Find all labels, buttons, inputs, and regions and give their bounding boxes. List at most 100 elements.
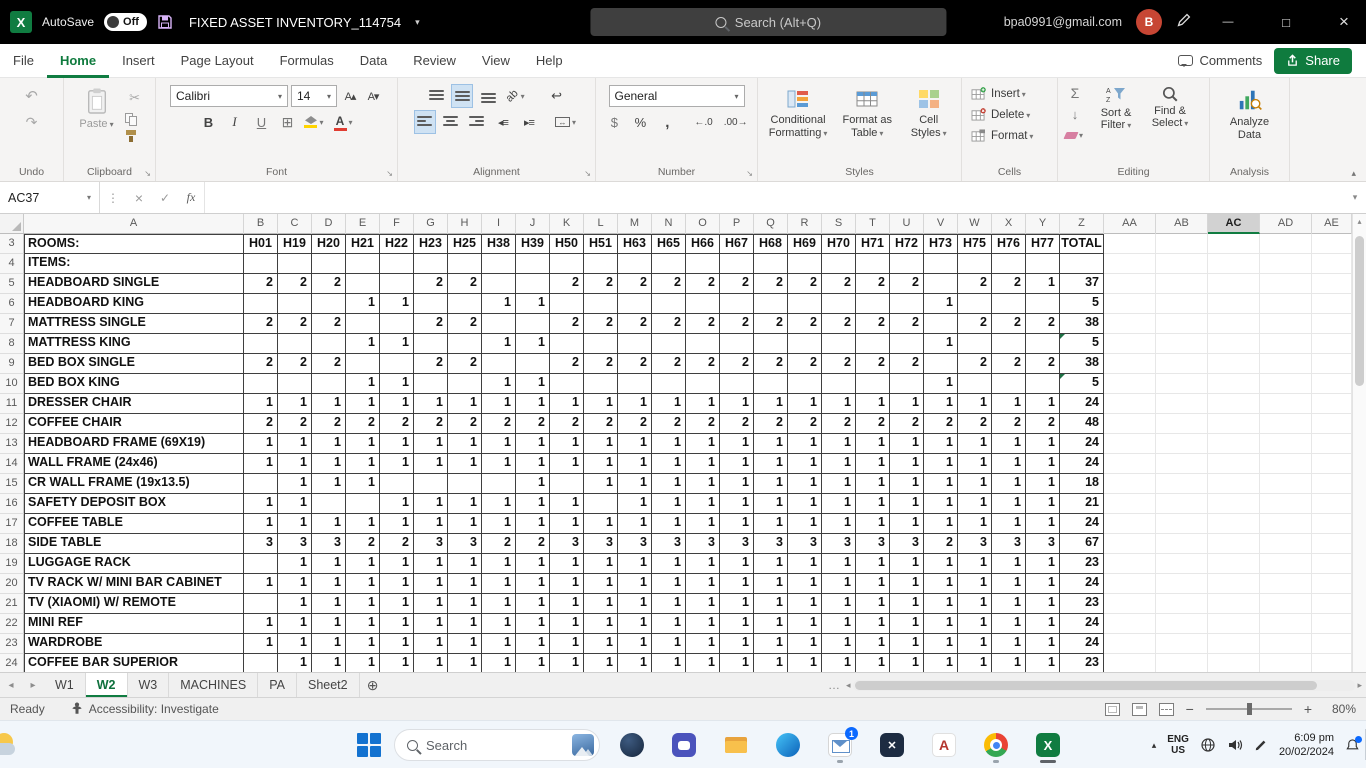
cell-value-17-9[interactable]: 1 — [550, 514, 584, 534]
cell-value-8-21[interactable] — [958, 334, 992, 354]
cell-value-20-9[interactable]: 1 — [550, 574, 584, 594]
column-header-M[interactable]: M — [618, 214, 652, 234]
cell-AC12[interactable] — [1208, 414, 1260, 434]
cell-value-17-6[interactable]: 1 — [448, 514, 482, 534]
cell-value-7-15[interactable]: 2 — [754, 314, 788, 334]
confirm-entry-icon[interactable] — [152, 182, 178, 213]
cell-value-23-6[interactable]: 1 — [448, 634, 482, 654]
cell-value-15-21[interactable]: 1 — [958, 474, 992, 494]
cell-value-12-17[interactable]: 2 — [822, 414, 856, 434]
close-button[interactable] — [1322, 0, 1366, 44]
cell-value-23-17[interactable]: 1 — [822, 634, 856, 654]
cell-total-16[interactable]: 21 — [1060, 494, 1104, 514]
cell-item-name-20[interactable]: TV RACK W/ MINI BAR CABINET — [24, 574, 244, 594]
cell-value-5-11[interactable]: 2 — [618, 274, 652, 294]
cell-value-5-13[interactable]: 2 — [686, 274, 720, 294]
cell-value-13-12[interactable]: 1 — [652, 434, 686, 454]
cell-value-20-22[interactable]: 1 — [992, 574, 1026, 594]
cell-value-10-1[interactable] — [278, 374, 312, 394]
cell-value-12-16[interactable]: 2 — [788, 414, 822, 434]
row-header-18[interactable]: 18 — [0, 534, 24, 554]
cell-value-13-6[interactable]: 1 — [448, 434, 482, 454]
cell-value-22-12[interactable]: 1 — [652, 614, 686, 634]
cell-value-6-6[interactable] — [448, 294, 482, 314]
cell-value-10-5[interactable] — [414, 374, 448, 394]
cell-value-18-3[interactable]: 2 — [346, 534, 380, 554]
cell-4-5[interactable] — [380, 254, 414, 274]
format-painter-icon[interactable] — [125, 130, 137, 143]
cell-item-name-5[interactable]: HEADBOARD SINGLE — [24, 274, 244, 294]
cell-value-11-15[interactable]: 1 — [754, 394, 788, 414]
cell-AA6[interactable] — [1104, 294, 1156, 314]
cell-value-23-3[interactable]: 1 — [346, 634, 380, 654]
percent-style-icon[interactable] — [630, 111, 650, 133]
cell-4-19[interactable] — [856, 254, 890, 274]
cell-value-7-9[interactable]: 2 — [550, 314, 584, 334]
cell-value-13-15[interactable]: 1 — [754, 434, 788, 454]
sheet-tab-w1[interactable]: W1 — [44, 673, 86, 697]
paste-button[interactable]: Paste — [74, 83, 118, 135]
cell-value-23-8[interactable]: 1 — [516, 634, 550, 654]
cell-value-11-20[interactable]: 1 — [924, 394, 958, 414]
titlebar-search[interactable]: Search (Alt+Q) — [590, 8, 947, 36]
undo-icon[interactable] — [22, 85, 42, 107]
cell-value-14-9[interactable]: 1 — [550, 454, 584, 474]
column-header-Z[interactable]: Z — [1060, 214, 1104, 234]
cell-value-17-1[interactable]: 1 — [278, 514, 312, 534]
cell-value-19-23[interactable]: 1 — [1026, 554, 1060, 574]
network-icon[interactable] — [1200, 737, 1216, 753]
cell-value-17-20[interactable]: 1 — [924, 514, 958, 534]
cell-value-20-20[interactable]: 1 — [924, 574, 958, 594]
cell-value-15-6[interactable] — [448, 474, 482, 494]
wrap-text-icon[interactable] — [547, 85, 567, 107]
cell-value-22-17[interactable]: 1 — [822, 614, 856, 634]
cell-value-23-5[interactable]: 1 — [414, 634, 448, 654]
column-header-AA[interactable]: AA — [1104, 214, 1156, 234]
cell-total-20[interactable]: 24 — [1060, 574, 1104, 594]
cell-item-name-7[interactable]: MATTRESS SINGLE — [24, 314, 244, 334]
cell-value-18-15[interactable]: 3 — [754, 534, 788, 554]
align-left-icon[interactable] — [413, 110, 436, 134]
cell-value-12-21[interactable]: 2 — [958, 414, 992, 434]
column-header-V[interactable]: V — [924, 214, 958, 234]
cell-value-23-22[interactable]: 1 — [992, 634, 1026, 654]
cell-AB5[interactable] — [1156, 274, 1208, 294]
cell-value-23-16[interactable]: 1 — [788, 634, 822, 654]
autosave-toggle[interactable]: Off — [104, 13, 147, 31]
hscroll-right-icon[interactable] — [1357, 680, 1362, 691]
cell-AB17[interactable] — [1156, 514, 1208, 534]
cell-value-15-12[interactable]: 1 — [652, 474, 686, 494]
cell-value-6-20[interactable]: 1 — [924, 294, 958, 314]
cell-value-11-19[interactable]: 1 — [890, 394, 924, 414]
cell-AC3[interactable] — [1208, 234, 1260, 254]
cell-value-22-15[interactable]: 1 — [754, 614, 788, 634]
cell-room-header-H51[interactable]: H51 — [584, 234, 618, 254]
page-break-view-icon[interactable] — [1158, 702, 1174, 716]
ribbon-tab-insert[interactable]: Insert — [109, 44, 168, 78]
cell-value-20-5[interactable]: 1 — [414, 574, 448, 594]
cell-item-name-19[interactable]: LUGGAGE RACK — [24, 554, 244, 574]
cell-AD6[interactable] — [1260, 294, 1312, 314]
cell-value-10-9[interactable] — [550, 374, 584, 394]
cell-item-name-11[interactable]: DRESSER CHAIR — [24, 394, 244, 414]
cell-value-16-6[interactable]: 1 — [448, 494, 482, 514]
cell-AB23[interactable] — [1156, 634, 1208, 654]
cell-value-14-5[interactable]: 1 — [414, 454, 448, 474]
cell-AA4[interactable] — [1104, 254, 1156, 274]
cell-value-17-16[interactable]: 1 — [788, 514, 822, 534]
cell-value-14-0[interactable]: 1 — [244, 454, 278, 474]
cell-AC23[interactable] — [1208, 634, 1260, 654]
cell-value-7-10[interactable]: 2 — [584, 314, 618, 334]
cell-value-12-12[interactable]: 2 — [652, 414, 686, 434]
cell-value-20-13[interactable]: 1 — [686, 574, 720, 594]
sheet-tab-pa[interactable]: PA — [258, 673, 297, 697]
cell-AA5[interactable] — [1104, 274, 1156, 294]
cell-value-14-15[interactable]: 1 — [754, 454, 788, 474]
cell-value-24-1[interactable]: 1 — [278, 654, 312, 672]
cell-value-6-15[interactable] — [754, 294, 788, 314]
cell-AD18[interactable] — [1260, 534, 1312, 554]
comma-style-icon[interactable] — [657, 111, 677, 133]
cell-value-23-21[interactable]: 1 — [958, 634, 992, 654]
cell-value-10-22[interactable] — [992, 374, 1026, 394]
cell-value-8-2[interactable] — [312, 334, 346, 354]
